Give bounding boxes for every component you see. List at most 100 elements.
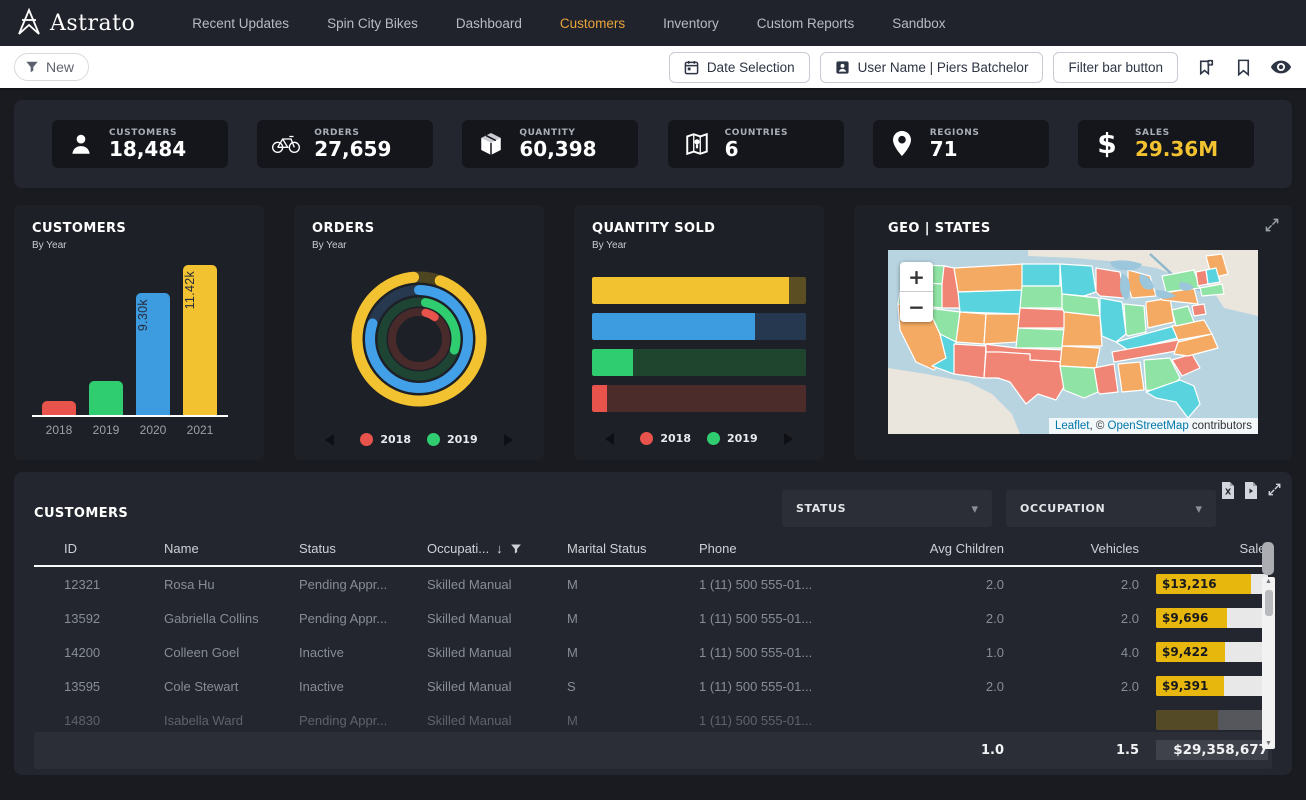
progress-fill-2019[interactable] — [592, 349, 633, 376]
scroll-up-arrow[interactable]: ▲ — [1265, 577, 1272, 587]
nav-item-inventory[interactable]: Inventory — [663, 16, 719, 31]
new-filter-chip[interactable]: New — [14, 53, 89, 81]
kpi-card-countries: COUNTRIES6 — [668, 120, 844, 168]
kpi-label: SALES — [1135, 128, 1218, 138]
progress-fill-2020[interactable] — [592, 313, 755, 340]
cell: M — [567, 611, 699, 626]
astrato-brand[interactable]: Astrato — [16, 8, 135, 38]
nav-item-customers[interactable]: Customers — [560, 16, 625, 31]
vertical-scrollbar[interactable]: ▲ ▼ — [1262, 577, 1275, 749]
orders-chart-card: ORDERS By Year 20182019 — [294, 205, 544, 460]
orders-chart-title: ORDERS — [312, 221, 526, 236]
quantity-progress-bars — [592, 277, 806, 412]
column-header-occupati[interactable]: Occupati...↓ — [427, 541, 567, 556]
table-body: 12321Rosa HuPending Appr...Skilled Manua… — [34, 567, 1272, 737]
cell: 1 (11) 500 555-01... — [699, 679, 864, 694]
sales-bar: $9,391 — [1156, 676, 1268, 696]
us-map-svg — [888, 250, 1258, 434]
bar-2018[interactable] — [42, 401, 76, 415]
column-header-vehicles[interactable]: Vehicles — [1004, 541, 1139, 556]
cell: 1 (11) 500 555-01... — [699, 577, 864, 592]
table-row[interactable]: 13592Gabriella CollinsPending Appr...Ski… — [34, 601, 1272, 635]
cell-avg-children: 2.0 — [864, 577, 1004, 592]
nav-item-recent-updates[interactable]: Recent Updates — [192, 16, 289, 31]
progress-fill-2021[interactable] — [592, 277, 789, 304]
attr-rest: contributors — [1189, 420, 1252, 432]
nav-item-sandbox[interactable]: Sandbox — [892, 16, 945, 31]
legend-item-2019[interactable]: 2019 — [427, 433, 478, 446]
table-row[interactable]: 13595Cole StewartInactiveSkilled ManualS… — [34, 669, 1272, 703]
table-header-row: IDNameStatusOccupati...↓Marital StatusPh… — [34, 541, 1272, 567]
total-sales: $29,358,677 — [1139, 732, 1272, 769]
cell-sales: $9,696 — [1139, 608, 1272, 628]
zoom-in-button[interactable]: + — [900, 262, 933, 292]
table-title: CUSTOMERS — [34, 506, 128, 521]
column-header-label: Avg Children — [930, 541, 1004, 556]
zoom-out-button[interactable]: − — [900, 292, 933, 322]
scrollbar-corner — [1262, 542, 1274, 575]
column-header-sales[interactable]: Sales — [1139, 541, 1272, 556]
column-header-name[interactable]: Name — [164, 541, 299, 556]
column-filter-icon[interactable] — [510, 543, 522, 555]
eye-icon[interactable] — [1270, 56, 1292, 78]
customers-chart-title: CUSTOMERS — [32, 221, 246, 236]
osm-link[interactable]: OpenStreetMap — [1108, 420, 1189, 432]
progress-fill-2018[interactable] — [592, 385, 607, 412]
nav-item-custom-reports[interactable]: Custom Reports — [757, 16, 855, 31]
legend-label: 2018 — [660, 432, 691, 445]
cell: Skilled Manual — [427, 645, 567, 660]
cell: Pending Appr... — [299, 713, 427, 728]
legend-item-2018[interactable]: 2018 — [360, 433, 411, 446]
expand-icon[interactable] — [1267, 482, 1282, 499]
sort-desc-icon[interactable]: ↓ — [496, 541, 503, 556]
scrollbar-thumb[interactable] — [1265, 590, 1273, 616]
column-header-id[interactable]: ID — [34, 541, 164, 556]
column-header-status[interactable]: Status — [299, 541, 427, 556]
legend-label: 2019 — [727, 432, 758, 445]
user-name-button[interactable]: User Name | Piers Batchelor — [820, 52, 1044, 83]
kpi-card-quantity: QUANTITY60,398 — [462, 120, 638, 168]
sales-bar: $9,696 — [1156, 608, 1268, 628]
column-header-marital-status[interactable]: Marital Status — [567, 541, 699, 556]
customers-chart-subtitle: By Year — [32, 240, 246, 251]
legend-item-2019[interactable]: 2019 — [707, 432, 758, 445]
kpi-card-customers: CUSTOMERS18,484 — [52, 120, 228, 168]
bookmark-add-icon[interactable] — [1194, 56, 1216, 78]
expand-icon[interactable] — [1264, 217, 1280, 233]
kpi-label: QUANTITY — [519, 128, 596, 138]
column-header-avg-children[interactable]: Avg Children — [864, 541, 1004, 556]
legend-prev-arrow[interactable] — [325, 434, 334, 446]
leaflet-link[interactable]: Leaflet — [1055, 420, 1090, 432]
cell: Isabella Ward — [164, 713, 299, 728]
map-attribution: Leaflet, © OpenStreetMap contributors — [1049, 418, 1258, 434]
astrato-logo-icon — [16, 8, 42, 38]
export-excel-icon[interactable]: X — [1221, 482, 1235, 499]
legend-prev-arrow[interactable] — [605, 433, 614, 445]
us-states-map[interactable]: + − Leaflet, © OpenStreetMap contributor… — [888, 250, 1258, 434]
cell: 14200 — [34, 645, 164, 660]
legend-next-arrow[interactable] — [504, 434, 513, 446]
ring-arc-2021[interactable] — [340, 260, 499, 419]
nav-item-dashboard[interactable]: Dashboard — [456, 16, 522, 31]
occupation-dropdown[interactable]: OCCUPATION ▾ — [1006, 490, 1216, 527]
attr-sep: , © — [1089, 420, 1107, 432]
kpi-label: ORDERS — [314, 128, 391, 138]
ring-arc-2018[interactable] — [386, 306, 451, 371]
export-document-icon[interactable] — [1244, 482, 1258, 499]
bookmark-icon[interactable] — [1232, 56, 1254, 78]
legend-item-2018[interactable]: 2018 — [640, 432, 691, 445]
nav-item-spin-city-bikes[interactable]: Spin City Bikes — [327, 16, 418, 31]
table-row[interactable]: 12321Rosa HuPending Appr...Skilled Manua… — [34, 567, 1272, 601]
filter-bar-button[interactable]: Filter bar button — [1053, 52, 1178, 83]
column-header-phone[interactable]: Phone — [699, 541, 864, 556]
status-dropdown[interactable]: STATUS ▾ — [782, 490, 992, 527]
legend-next-arrow[interactable] — [784, 433, 793, 445]
x-tick-2018: 2018 — [42, 423, 76, 437]
bar-2021[interactable]: 11.42k — [183, 265, 217, 415]
table-row[interactable]: 14200Colleen GoelInactiveSkilled ManualM… — [34, 635, 1272, 669]
bar-2020[interactable]: 9.30k — [136, 293, 170, 415]
sales-bar-fill: $9,696 — [1156, 608, 1227, 628]
kpi-value: 6 — [725, 138, 789, 161]
bar-2019[interactable] — [89, 381, 123, 415]
date-selection-button[interactable]: Date Selection — [669, 52, 810, 83]
